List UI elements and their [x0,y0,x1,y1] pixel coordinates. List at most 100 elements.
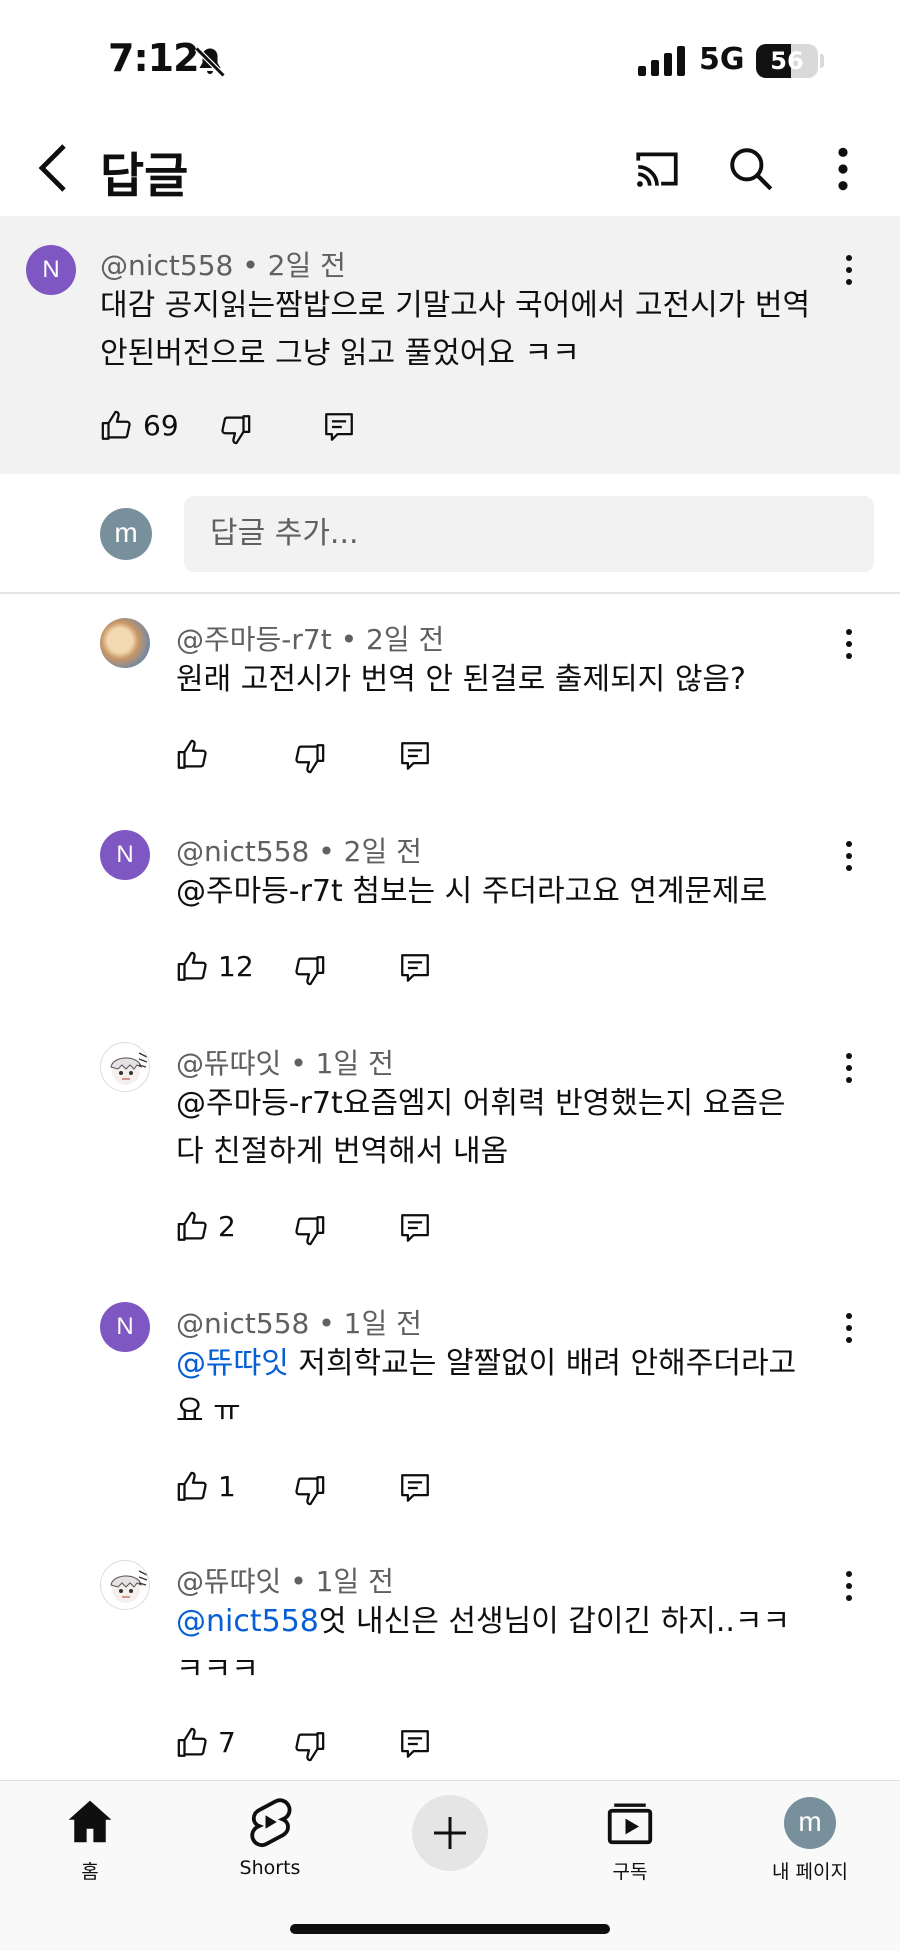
avatar[interactable]: N [26,245,76,295]
comment-text-line: @nict558엇 내신은 선생님이 갑이긴 하지..ㅋㅋ [176,1598,790,1646]
avatar[interactable] [100,618,150,668]
like-count: 2 [218,1210,236,1243]
like-count: 12 [218,950,254,983]
reply-icon[interactable] [398,1727,432,1761]
comment-text-line: 안된버전으로 그냥 읽고 풀었어요 ㅋㅋ [100,336,580,371]
reply-icon[interactable] [398,739,432,773]
like-icon[interactable] [176,1726,210,1760]
like-icon[interactable] [100,409,134,443]
status-time: 7:12 [108,36,200,80]
back-arrow-icon[interactable] [30,142,78,194]
comment-time: 2일 전 [343,835,422,868]
comment-text-line: @주마등-r7t 첨보는 시 주더라고요 연계문제로 [176,874,768,909]
parent-comment: N @nict558 • 2일 전 대감 공지읽는짬밥으로 기말고사 국어에서 … [0,216,900,474]
reply-item: @뜌땨잇 • 1일 전 @주마등-r7t요즘엠지 어휘력 반영했는지 요즘은 다… [0,1020,900,1280]
meta-separator: • [290,1565,307,1598]
reply-item: N @nict558 • 1일 전 @뜌땨잇 저희학교는 얄짤없이 배려 안해주… [0,1280,900,1538]
plus-icon [434,1817,466,1849]
like-count: 7 [218,1726,236,1759]
comment-meta: @nict558 • 2일 전 [100,244,346,284]
comment-menu-icon[interactable] [834,1308,864,1352]
cell-signal-icon [638,46,685,76]
comment-menu-icon[interactable] [834,624,864,668]
avatar[interactable] [100,1042,150,1092]
add-reply-row: m 답글 추가... [0,474,900,594]
comment-menu-icon[interactable] [834,1048,864,1092]
dislike-icon[interactable] [292,1473,326,1507]
home-icon [68,1800,112,1843]
mention-link[interactable]: @nict558 [176,1604,319,1639]
comment-text-line: 대감 공지읽는짬밥으로 기말고사 국어에서 고전시가 번역 [100,288,811,323]
battery-icon: 56 [756,44,818,78]
my-avatar: m [100,508,152,560]
comment-author[interactable]: @뜌땨잇 [176,1565,281,1598]
comment-author[interactable]: @뜌땨잇 [176,1047,281,1080]
comment-text: @주마등-r7t요즘엠지 어휘력 반영했는지 요즘은 다 친절하게 번역해서 내… [176,1080,785,1176]
mention-link[interactable]: @뜌땨잇 [176,1346,289,1381]
comment-text: 대감 공지읽는짬밥으로 기말고사 국어에서 고전시가 번역 안된버전으로 그냥 … [100,282,810,378]
meta-separator: • [318,1307,335,1340]
battery-level: 56 [770,47,804,75]
more-options-icon[interactable] [818,144,868,194]
nav-shorts-label: Shorts [239,1857,301,1879]
comment-author[interactable]: @nict558 [176,835,309,868]
dislike-icon[interactable] [218,412,252,446]
like-count: 1 [218,1470,236,1503]
nav-home[interactable]: 홈 [10,1795,170,1884]
dislike-icon[interactable] [292,1729,326,1763]
comment-menu-icon[interactable] [834,250,864,294]
nav-home-label: 홈 [81,1861,99,1883]
comment-text-line: @뜌땨잇 저희학교는 얄짤없이 배려 안해주더라고 [176,1340,796,1388]
avatar[interactable]: N [100,1302,150,1352]
comment-time: 1일 전 [315,1047,394,1080]
comment-text: @주마등-r7t 첨보는 시 주더라고요 연계문제로 [176,868,767,916]
search-icon[interactable] [726,144,776,194]
comment-author[interactable]: @nict558 [100,249,233,282]
comment-text-line: ㅋㅋㅋ [176,1652,259,1687]
comment-menu-icon[interactable] [834,836,864,880]
dislike-icon[interactable] [292,741,326,775]
like-count: 69 [143,409,179,442]
comment-author[interactable]: @nict558 [176,1307,309,1340]
status-bar: 7:12 5G 56 [0,0,900,120]
meta-separator: • [290,1047,307,1080]
meta-separator: • [318,835,335,868]
reply-icon[interactable] [398,951,432,985]
like-icon[interactable] [176,950,210,984]
like-icon[interactable] [176,1210,210,1244]
reply-item: N @nict558 • 2일 전 @주마등-r7t 첨보는 시 주더라고요 연… [0,808,900,1020]
comment-text-line: 원래 고전시가 번역 안 된걸로 출제되지 않음? [176,656,746,704]
nav-my-page-label: 내 페이지 [772,1861,848,1883]
dislike-icon[interactable] [292,1213,326,1247]
comment-text-line1: 원래 고전시가 번역 안 된걸로 출제되지 않음? [176,662,746,697]
nav-shorts[interactable]: Shorts [190,1795,350,1879]
subscriptions-icon [607,1803,653,1845]
comment-text: 원래 고전시가 번역 안 된걸로 출제되지 않음? [176,656,746,704]
comment-text-line: 요 ㅠ [176,1394,241,1429]
dislike-icon[interactable] [292,953,326,987]
nav-subscriptions[interactable]: 구독 [550,1795,710,1884]
create-button[interactable] [412,1795,488,1871]
reply-icon[interactable] [398,1471,432,1505]
home-indicator [290,1924,610,1934]
like-icon[interactable] [176,738,210,772]
like-icon[interactable] [176,1470,210,1504]
comment-meta: @뜌땨잇 • 1일 전 [176,1042,394,1082]
avatar[interactable]: N [100,830,150,880]
comment-text-line1: 저희학교는 얄짤없이 배려 안해주더라고 [288,1346,797,1381]
reply-icon[interactable] [398,1211,432,1245]
nav-my-page[interactable]: m 내 페이지 [730,1795,890,1884]
comment-meta: @주마등-r7t • 2일 전 [176,618,444,658]
comment-text-line1: 엇 내신은 선생님이 갑이긴 하지..ㅋㅋ [318,1604,791,1639]
battery-tip [820,54,824,68]
reply-icon[interactable] [322,410,356,444]
comment-author[interactable]: @주마등-r7t [176,623,332,656]
comment-meta: @뜌땨잇 • 1일 전 [176,1560,394,1600]
cast-icon[interactable] [632,144,682,194]
comment-meta: @nict558 • 1일 전 [176,1302,422,1342]
comment-text: @nict558엇 내신은 선생님이 갑이긴 하지..ㅋㅋ ㅋㅋㅋ [176,1598,790,1694]
reply-input[interactable]: 답글 추가... [184,496,874,572]
comment-menu-icon[interactable] [834,1566,864,1610]
reply-item: @뜌땨잇 • 1일 전 @nict558엇 내신은 선생님이 갑이긴 하지..ㅋ… [0,1538,900,1780]
avatar[interactable] [100,1560,150,1610]
